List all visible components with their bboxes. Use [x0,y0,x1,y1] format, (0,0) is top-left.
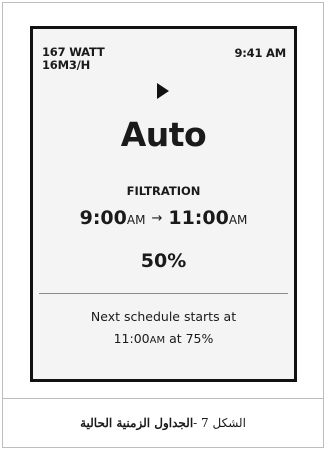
speed-percent: 50% [140,250,187,272]
caption-separator [2,398,324,399]
divider [39,293,288,294]
next-rest: at 75% [165,331,214,346]
program-label: FILTRATION [126,184,201,198]
flow-readout: 16M3/H [42,58,91,72]
end-suffix: AM [228,213,248,227]
next-schedule-line1: Next schedule starts at [90,309,237,324]
start-suffix: AM [126,213,146,227]
caption-title: الجداول الزمنية الحالية [80,416,194,430]
end-time: 11:00 [168,207,229,229]
schedule-times: 9:00AM → 11:00AM [33,207,294,229]
start-time: 9:00 [79,207,127,229]
clock: 9:41 AM [234,46,286,60]
device-screen: 167 WATT 16M3/H 9:41 AM Auto FILTRATION … [30,26,297,382]
play-icon[interactable] [157,83,169,99]
caption-prefix: الشكل 7 - [193,416,246,430]
arrow-right-icon: → [151,211,163,226]
next-time: 11:00 [113,331,150,346]
screen-content: 167 WATT 16M3/H 9:41 AM Auto FILTRATION … [33,29,294,379]
next-schedule-line2: 11:00AM at 75% [33,328,294,352]
next-time-suffix: AM [149,335,166,346]
next-schedule: Next schedule starts at 11:00AM at 75% [33,306,294,352]
figure-caption: الشكل 7 - الجداول الزمنية الحالية [2,400,324,446]
mode-title: Auto [120,115,207,154]
status-left: 167 WATT 16M3/H [42,46,105,72]
